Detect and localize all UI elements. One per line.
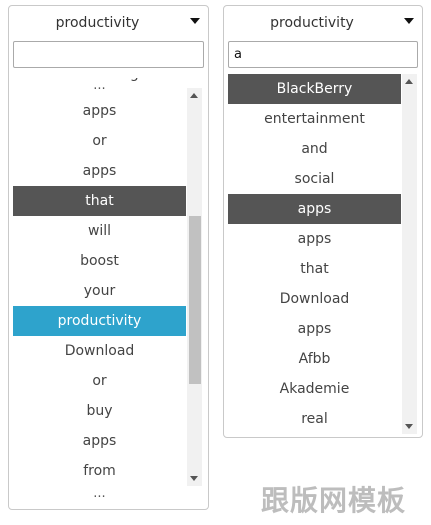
selected-value: productivity — [270, 15, 354, 31]
list-item-label: Akademie — [279, 381, 350, 397]
list-item-label: Download — [64, 343, 135, 359]
list-item-label: BlackBerry — [276, 81, 353, 97]
list-item[interactable]: Afbb — [228, 344, 401, 374]
scrollbar[interactable] — [187, 88, 202, 486]
list-item[interactable]: Download — [13, 336, 186, 366]
scroll-thumb[interactable] — [189, 216, 201, 384]
list-item-label: productivity — [57, 313, 142, 329]
list-item-label: boost — [80, 253, 119, 269]
list-item-label: social — [294, 171, 335, 187]
scrollbar[interactable] — [402, 74, 417, 434]
ellipsis-bottom: ... — [93, 486, 106, 501]
list-item-label: apps — [82, 433, 117, 449]
caret-down-icon[interactable] — [190, 18, 200, 24]
list-item-label: that — [85, 193, 114, 209]
list-item-label: apps — [297, 321, 332, 337]
list-item[interactable]: Download — [228, 284, 401, 314]
list-item-label: or — [92, 373, 107, 389]
list-item[interactable]: apps — [13, 96, 186, 126]
list-item[interactable]: productivity — [13, 306, 186, 336]
list-item[interactable]: BlackBerry — [228, 74, 401, 104]
list-item-label: your — [83, 283, 116, 299]
selected-value: productivity — [55, 15, 140, 31]
select-header[interactable]: productivity — [224, 6, 422, 40]
list-item[interactable]: and — [228, 134, 401, 164]
caret-down-icon[interactable] — [404, 18, 414, 24]
list-item[interactable]: that — [13, 186, 186, 216]
list-item-label: will — [87, 223, 112, 239]
list-item[interactable]: buy — [13, 396, 186, 426]
list-item-label: from — [83, 463, 116, 479]
search-input[interactable] — [228, 41, 418, 68]
list-item-label: entertainment — [264, 111, 365, 127]
list-item-label: Afbb — [298, 351, 331, 367]
list-item[interactable]: apps — [228, 194, 401, 224]
list-item-label: and — [301, 141, 328, 157]
list-item[interactable]: or — [13, 366, 186, 396]
list-item[interactable]: that — [228, 254, 401, 284]
list-item[interactable]: apps — [228, 314, 401, 344]
scroll-up-arrow-icon[interactable] — [190, 93, 198, 98]
list-item-label: apps — [297, 231, 332, 247]
list-item[interactable]: from — [13, 456, 186, 486]
scroll-down-arrow-icon[interactable] — [405, 424, 413, 429]
list-item-label: real — [301, 411, 328, 427]
list-item-partial[interactable]: networking — [13, 78, 186, 90]
list-item[interactable]: entertainment — [228, 104, 401, 134]
list-item[interactable]: or — [13, 126, 186, 156]
list-item[interactable]: apps — [13, 426, 186, 456]
list-item-label: or — [92, 133, 107, 149]
list-item[interactable]: apps — [13, 156, 186, 186]
list-item[interactable]: your — [13, 276, 186, 306]
list-item-label: apps — [82, 163, 117, 179]
list-item-label: apps — [297, 201, 332, 217]
list-item-label: apps — [82, 103, 117, 119]
list-item[interactable]: will — [13, 216, 186, 246]
select-dropdown-right[interactable]: productivity BlackBerry entertainment and s… — [223, 5, 423, 438]
list-item[interactable]: boost — [13, 246, 186, 276]
list-item[interactable]: apps — [228, 224, 401, 254]
list-item[interactable]: Akademie — [228, 374, 401, 404]
select-dropdown-left[interactable]: productivity ... networking apps or apps th… — [8, 5, 209, 510]
watermark-logo: 跟版网模板 — [261, 484, 407, 517]
scroll-up-arrow-icon[interactable] — [405, 79, 413, 84]
list-item[interactable]: real — [228, 404, 401, 434]
scroll-down-arrow-icon[interactable] — [190, 476, 198, 481]
list-item-label: that — [300, 261, 329, 277]
search-input[interactable] — [13, 41, 204, 68]
list-item-label: buy — [86, 403, 113, 419]
select-header[interactable]: productivity — [9, 6, 208, 40]
list-item-label: Download — [279, 291, 350, 307]
list-item[interactable]: social — [228, 164, 401, 194]
